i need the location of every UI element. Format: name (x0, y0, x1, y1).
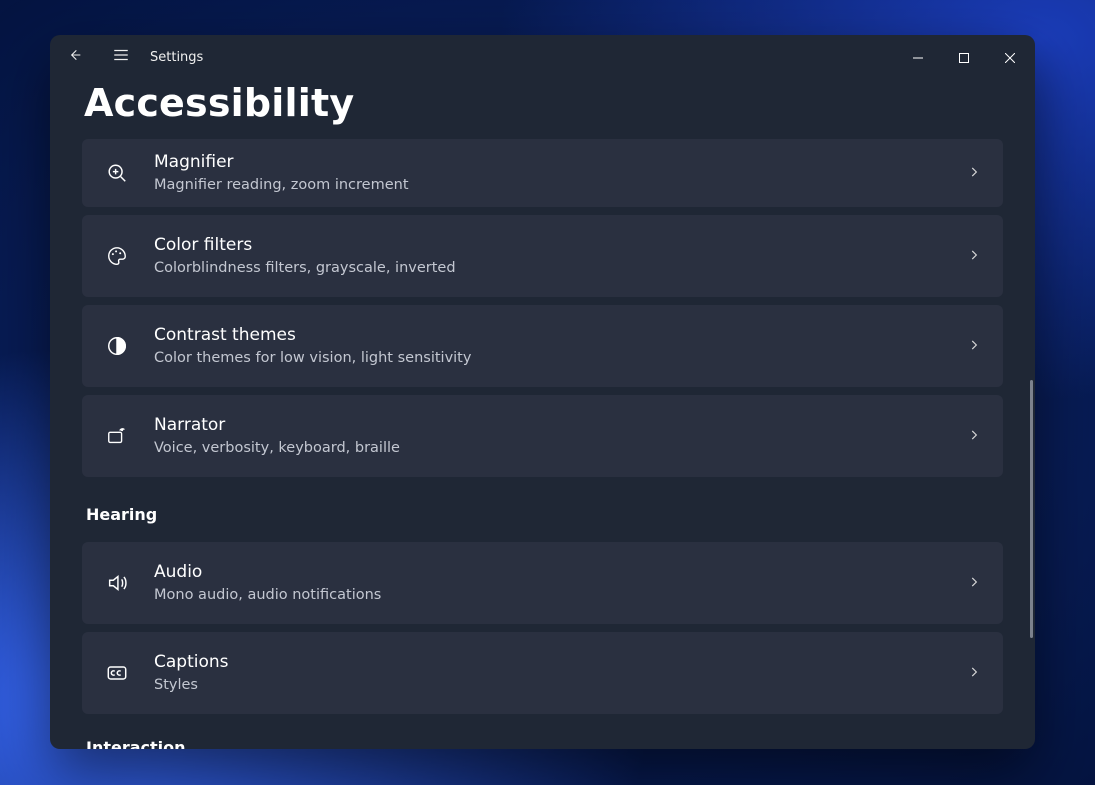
row-desc: Colorblindness filters, grayscale, inver… (154, 259, 943, 277)
magnifier-icon (104, 160, 130, 186)
row-text: Magnifier Magnifier reading, zoom increm… (154, 152, 943, 193)
app-title: Settings (150, 50, 203, 65)
row-text: Color filters Colorblindness filters, gr… (154, 235, 943, 276)
settings-list: Magnifier Magnifier reading, zoom increm… (50, 139, 1035, 749)
row-desc: Voice, verbosity, keyboard, braille (154, 439, 943, 457)
chevron-right-icon (967, 574, 981, 593)
row-title: Audio (154, 562, 943, 583)
row-text: Captions Styles (154, 652, 943, 693)
narrator-icon (104, 423, 130, 449)
row-desc: Mono audio, audio notifications (154, 586, 943, 604)
page-title: Accessibility (84, 81, 1035, 125)
row-audio[interactable]: Audio Mono audio, audio notifications (82, 542, 1003, 624)
hamburger-icon (112, 46, 130, 68)
row-text: Narrator Voice, verbosity, keyboard, bra… (154, 415, 943, 456)
row-text: Contrast themes Color themes for low vis… (154, 325, 943, 366)
minimize-button[interactable] (895, 38, 941, 76)
back-arrow-icon (67, 47, 83, 67)
row-title: Contrast themes (154, 325, 943, 346)
minimize-icon (913, 48, 923, 67)
maximize-icon (959, 48, 969, 67)
row-desc: Magnifier reading, zoom increment (154, 176, 943, 194)
settings-window: Settings (50, 35, 1035, 749)
scrollbar-thumb[interactable] (1030, 380, 1033, 638)
row-desc: Styles (154, 676, 943, 694)
chevron-right-icon (967, 427, 981, 446)
caption-buttons (895, 38, 1033, 76)
close-icon (1005, 48, 1015, 67)
row-color-filters[interactable]: Color filters Colorblindness filters, gr… (82, 215, 1003, 297)
row-title: Magnifier (154, 152, 943, 173)
row-title: Captions (154, 652, 943, 673)
row-desc: Color themes for low vision, light sensi… (154, 349, 943, 367)
speaker-icon (104, 570, 130, 596)
close-button[interactable] (987, 38, 1033, 76)
chevron-right-icon (967, 337, 981, 356)
content-area: Accessibility Magnifier Magnif (50, 79, 1035, 749)
chevron-right-icon (967, 247, 981, 266)
row-captions[interactable]: Captions Styles (82, 632, 1003, 714)
maximize-button[interactable] (941, 38, 987, 76)
palette-icon (104, 243, 130, 269)
row-contrast-themes[interactable]: Contrast themes Color themes for low vis… (82, 305, 1003, 387)
row-title: Narrator (154, 415, 943, 436)
desktop-wallpaper: Settings (0, 0, 1095, 785)
titlebar: Settings (50, 35, 1035, 79)
contrast-icon (104, 333, 130, 359)
titlebar-left: Settings (52, 35, 203, 79)
section-header-interaction: Interaction (86, 738, 1003, 749)
row-text: Audio Mono audio, audio notifications (154, 562, 943, 603)
chevron-right-icon (967, 664, 981, 683)
chevron-right-icon (967, 164, 981, 183)
row-magnifier[interactable]: Magnifier Magnifier reading, zoom increm… (82, 139, 1003, 207)
section-header-hearing: Hearing (86, 505, 1003, 524)
back-button[interactable] (52, 35, 98, 79)
nav-menu-button[interactable] (98, 35, 144, 79)
captions-icon (104, 660, 130, 686)
row-title: Color filters (154, 235, 943, 256)
row-narrator[interactable]: Narrator Voice, verbosity, keyboard, bra… (82, 395, 1003, 477)
